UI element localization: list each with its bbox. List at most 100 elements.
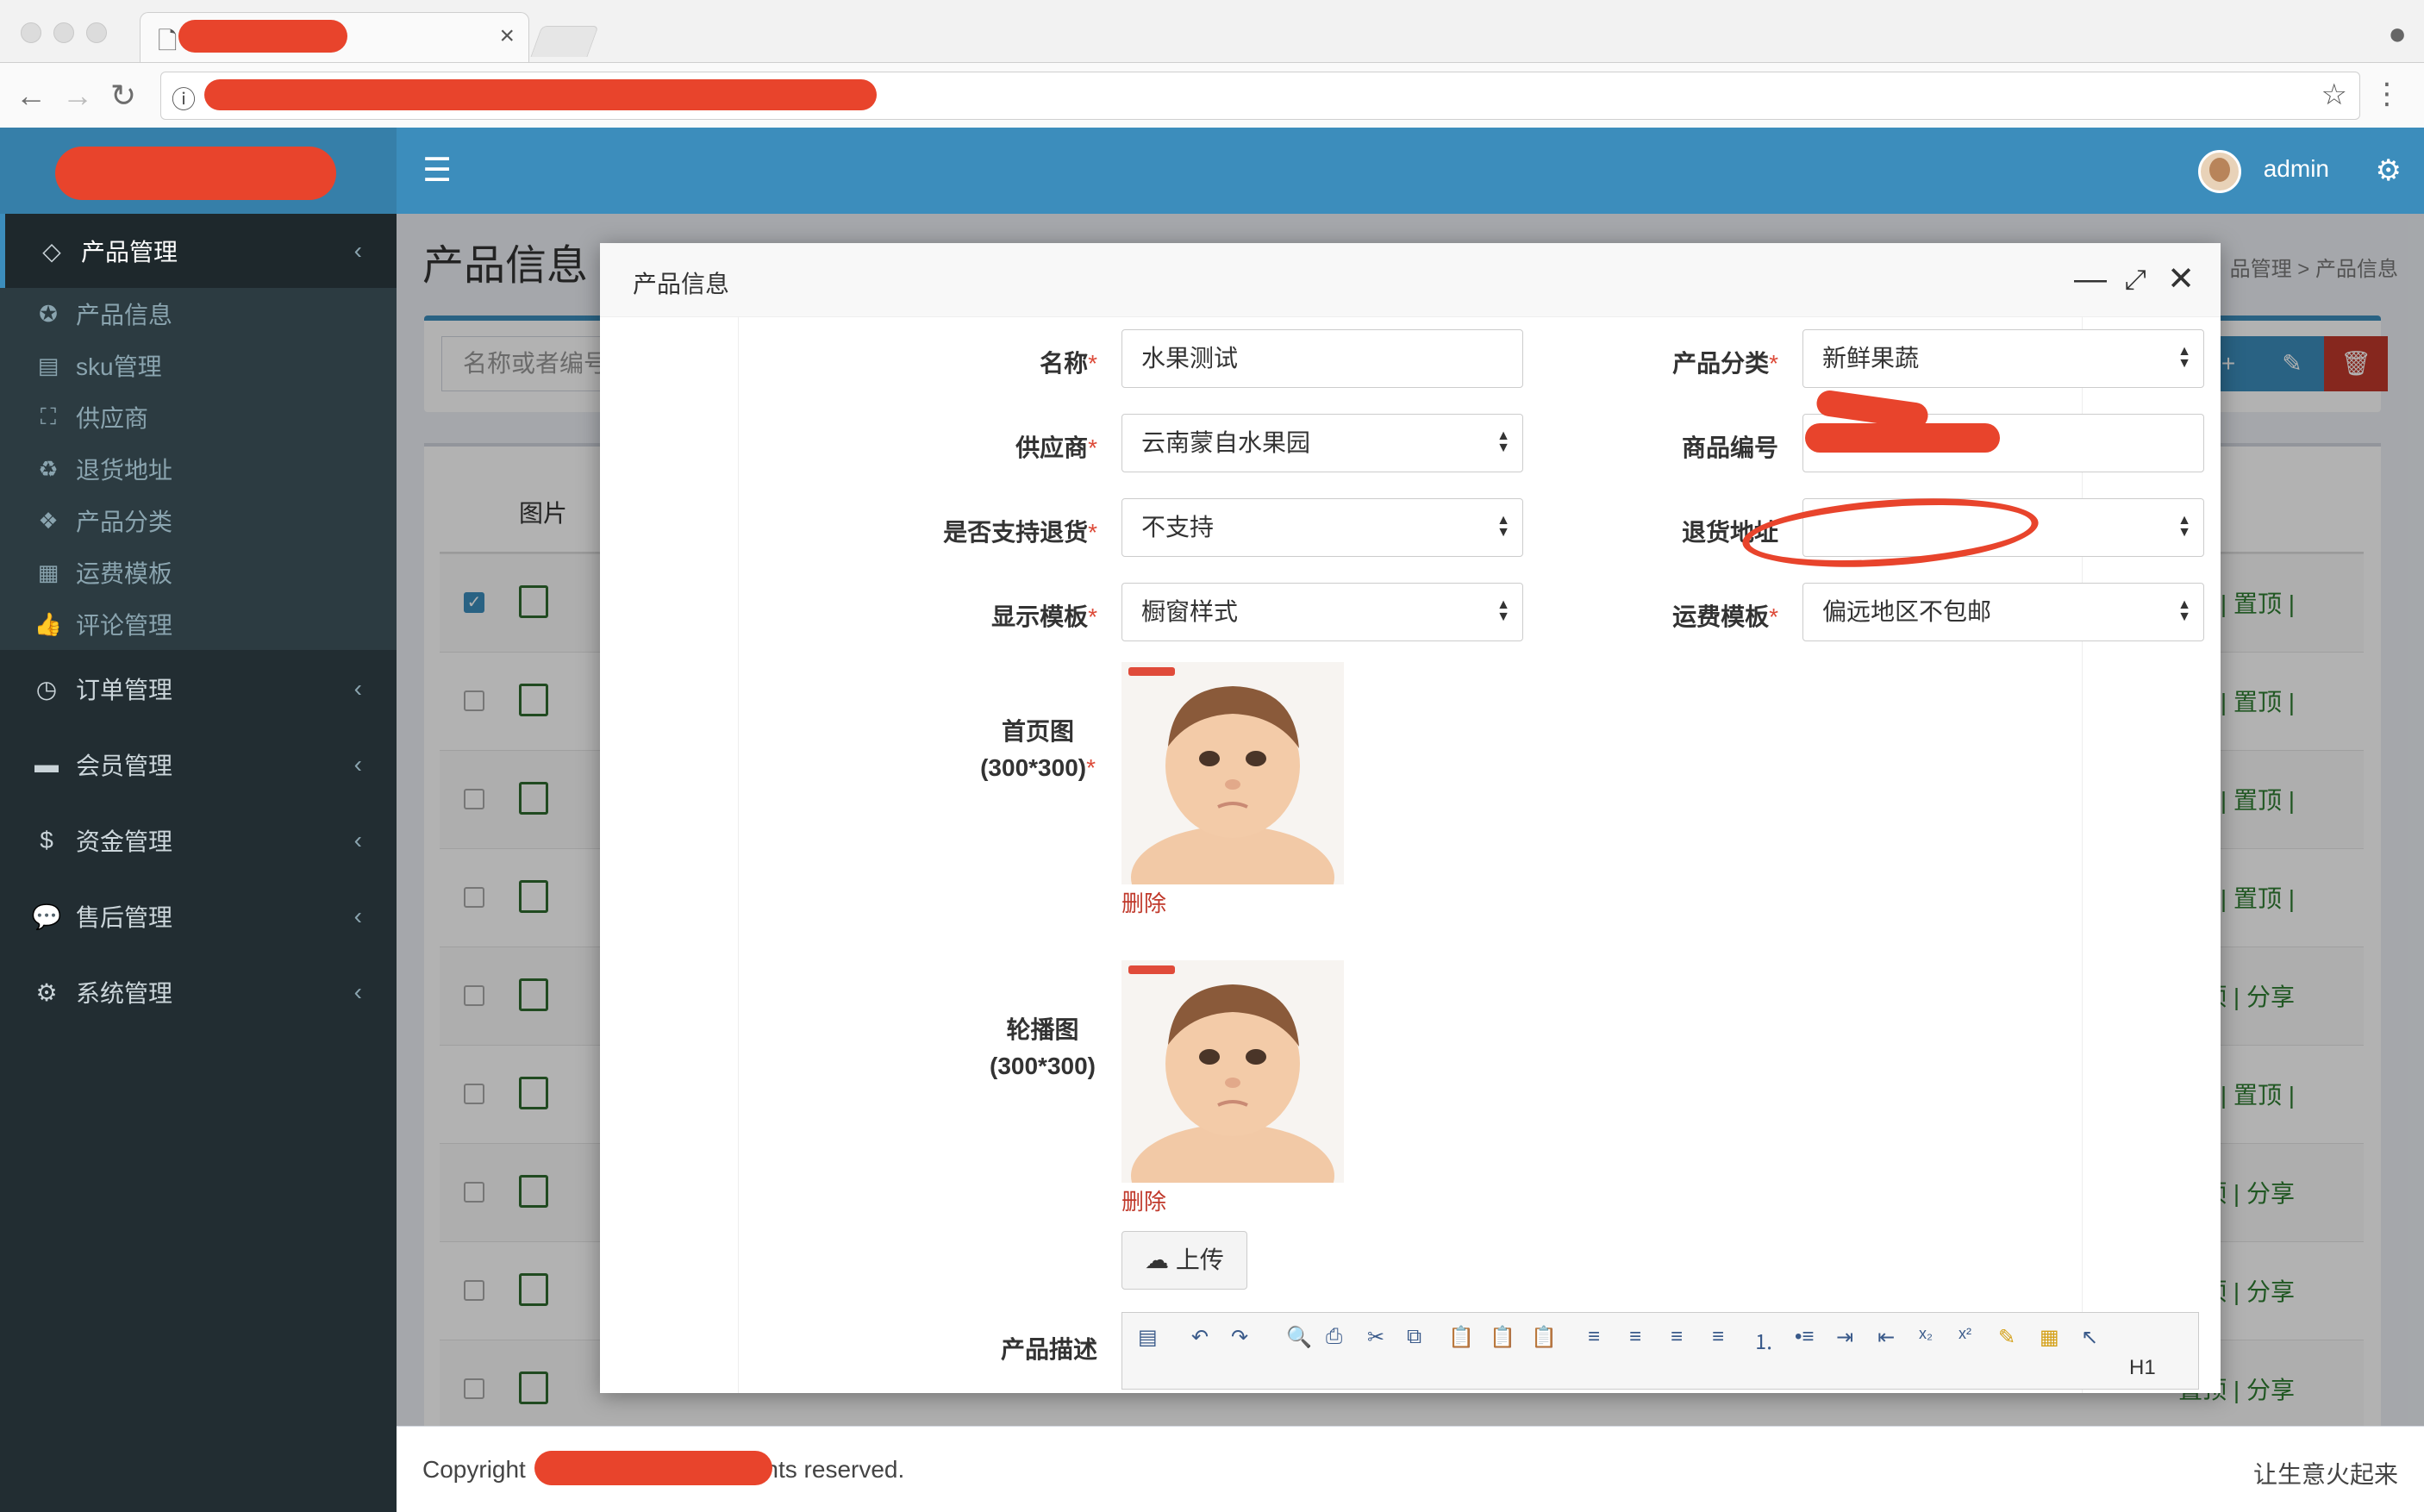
copy-icon[interactable]: ⧉ (1407, 1325, 1421, 1349)
top-navbar: ☰ admin ⚙ (397, 128, 2424, 214)
undo-icon[interactable]: ↶ (1191, 1325, 1209, 1350)
brand-logo[interactable] (0, 128, 397, 214)
label-text: 产品分类 (1672, 350, 1770, 377)
comment-icon: 💬 (31, 903, 62, 930)
name-input[interactable]: 水果测试 (1121, 329, 1523, 388)
carousel-image-label: 轮播图 (300*300) (990, 1012, 1096, 1084)
recycle-icon: ♻ (38, 455, 59, 482)
submenu-return-address[interactable]: ♻ 退货地址 (0, 443, 397, 495)
menu-aftersales[interactable]: 💬 售后管理 ‹ (0, 879, 397, 953)
superscript-icon[interactable]: x² (1959, 1325, 1971, 1343)
source-icon[interactable]: ▤ (1138, 1325, 1158, 1350)
maximize-icon[interactable]: ⤢ (2124, 260, 2146, 298)
footer: Copyright ghts reserved. 让生意火起来 (397, 1426, 2424, 1512)
returnable-select[interactable]: 不支持 ▲ ▼ (1121, 498, 1523, 557)
window-minimize-dot[interactable] (53, 22, 74, 43)
hamburger-icon[interactable]: ☰ (422, 153, 452, 188)
submenu-reviews[interactable]: 👍 评论管理 (0, 598, 397, 650)
supplier-select[interactable]: 云南蒙自水果园 ▲ ▼ (1121, 414, 1523, 472)
forward-arrow-icon[interactable]: → (62, 75, 93, 116)
profile-icon[interactable]: ● (2388, 16, 2407, 52)
justify-icon[interactable]: ≡ (1712, 1325, 1724, 1349)
product-code-label: 商品编号 (1681, 434, 1778, 461)
label-text: 显示模板 (991, 603, 1089, 630)
back-arrow-icon[interactable]: ← (16, 75, 47, 116)
avatar[interactable] (2198, 150, 2241, 193)
select-value: 不支持 (1141, 514, 1215, 540)
form-panel: 名称* 水果测试 产品分类* 新鲜果蔬 ▲ ▼ 供应商* 云南蒙自水果园 ▲ ▼ 商品编… (738, 317, 2204, 1393)
display-template-select[interactable]: 橱窗样式 ▲ ▼ (1121, 583, 1523, 641)
chevron-left-icon: ‹ (353, 237, 362, 264)
minimize-icon[interactable]: — (2074, 260, 2107, 298)
label-text: 首页图 (1002, 718, 1075, 745)
label-text: 名称 (1040, 350, 1089, 377)
menu-label: 售后管理 (76, 904, 173, 931)
submenu-sku[interactable]: ▤ sku管理 (0, 340, 397, 391)
user-name[interactable]: admin (2264, 155, 2329, 183)
menu-members[interactable]: ▬ 会员管理 ‹ (0, 728, 397, 802)
align-right-icon[interactable]: ≡ (1671, 1325, 1683, 1349)
cut-icon[interactable]: ✂ (1367, 1325, 1384, 1350)
subscript-icon[interactable]: x₂ (1919, 1325, 1933, 1343)
footer-slogan: 让生意火起来 (2252, 1461, 2398, 1488)
input-value: 水果测试 (1141, 345, 1239, 372)
close-icon[interactable]: ✕ (2167, 260, 2195, 298)
info-icon: ⓘ (172, 86, 197, 113)
redo-icon[interactable]: ↷ (1231, 1325, 1248, 1350)
settings-gear-icon[interactable]: ⚙ (2376, 153, 2402, 188)
menu-label: 资金管理 (76, 828, 173, 855)
window-zoom-dot[interactable] (86, 22, 107, 43)
outdent-icon[interactable]: ⇤ (1877, 1325, 1895, 1350)
upload-button[interactable]: ☁ 上传 (1121, 1231, 1247, 1290)
chevron-left-icon: ‹ (353, 978, 362, 1005)
label-size: (300*300) (980, 754, 1087, 781)
paste-icon[interactable]: 📋 (1448, 1325, 1474, 1350)
browser-menu-icon[interactable]: ⋮ (2372, 77, 2402, 111)
print-icon[interactable]: ⎙ (1326, 1325, 1342, 1349)
submenu-product-info[interactable]: ✪ 产品信息 (0, 288, 397, 340)
preview-icon[interactable]: 🔍 (1286, 1325, 1312, 1350)
delete-carousel-image-link[interactable]: 删除 (1121, 1184, 1166, 1216)
indent-icon[interactable]: ⇥ (1836, 1325, 1853, 1350)
label-text: 运费模板 (1672, 603, 1770, 630)
paste-text-icon[interactable]: 📋 (1490, 1325, 1515, 1350)
modal-body: 名称* 水果测试 产品分类* 新鲜果蔬 ▲ ▼ 供应商* 云南蒙自水果园 ▲ ▼ 商品编… (600, 317, 2221, 1393)
submenu-label: 产品分类 (76, 509, 173, 535)
redaction-mark (178, 20, 347, 53)
align-center-icon[interactable]: ≡ (1629, 1325, 1641, 1349)
window-close-dot[interactable] (21, 22, 41, 43)
category-select[interactable]: 新鲜果蔬 ▲ ▼ (1802, 329, 2204, 388)
menu-funds[interactable]: $ 资金管理 ‹ (0, 803, 397, 878)
menu-product[interactable]: ◇ 产品管理 ‹ (0, 214, 397, 288)
select-arrows-icon: ▲ ▼ (2177, 513, 2191, 540)
tab-close-button[interactable]: × (499, 22, 515, 51)
browser-tab-new[interactable] (530, 26, 599, 57)
submenu-shipping-template[interactable]: ▦ 运费模板 (0, 547, 397, 598)
menu-orders[interactable]: ◷ 订单管理 ‹ (0, 652, 397, 726)
reload-icon[interactable]: ↻ (110, 75, 136, 116)
ordered-list-icon[interactable]: ⒈ (1753, 1325, 1774, 1355)
select-arrows-icon: ▲ ▼ (1496, 513, 1510, 540)
address-bar[interactable]: ⓘ ☆ (160, 72, 2360, 120)
page-icon: 🗋 (158, 28, 178, 54)
clear-format-icon[interactable]: ✎ (1998, 1325, 2015, 1350)
browser-tab-active[interactable]: 🗋 × (140, 12, 529, 62)
pointer-icon[interactable]: ↖ (2081, 1325, 2098, 1350)
shipping-template-select[interactable]: 偏远地区不包邮 ▲ ▼ (1802, 583, 2204, 641)
required-mark: * (1088, 519, 1097, 546)
menu-system[interactable]: ⚙ 系统管理 ‹ (0, 955, 397, 1029)
delete-home-image-link[interactable]: 删除 (1121, 886, 1166, 918)
paste-word-icon[interactable]: 📋 (1531, 1325, 1557, 1350)
heading-dropdown[interactable]: H1 (2129, 1356, 2156, 1380)
modal-title: 产品信息 (633, 271, 730, 297)
bullet-list-icon[interactable]: •≡ (1795, 1325, 1814, 1349)
clock-icon: ◷ (35, 675, 58, 703)
redaction-mark (534, 1451, 772, 1485)
product-code-input[interactable] (1802, 414, 2204, 472)
submenu-category[interactable]: ❖ 产品分类 (0, 495, 397, 547)
menu-label: 系统管理 (76, 980, 173, 1007)
submenu-supplier[interactable]: ⛶ 供应商 (0, 391, 397, 443)
align-left-icon[interactable]: ≡ (1588, 1325, 1600, 1349)
bookmark-star-icon[interactable]: ☆ (2321, 78, 2347, 112)
select-all-icon[interactable]: ▦ (2040, 1325, 2059, 1350)
